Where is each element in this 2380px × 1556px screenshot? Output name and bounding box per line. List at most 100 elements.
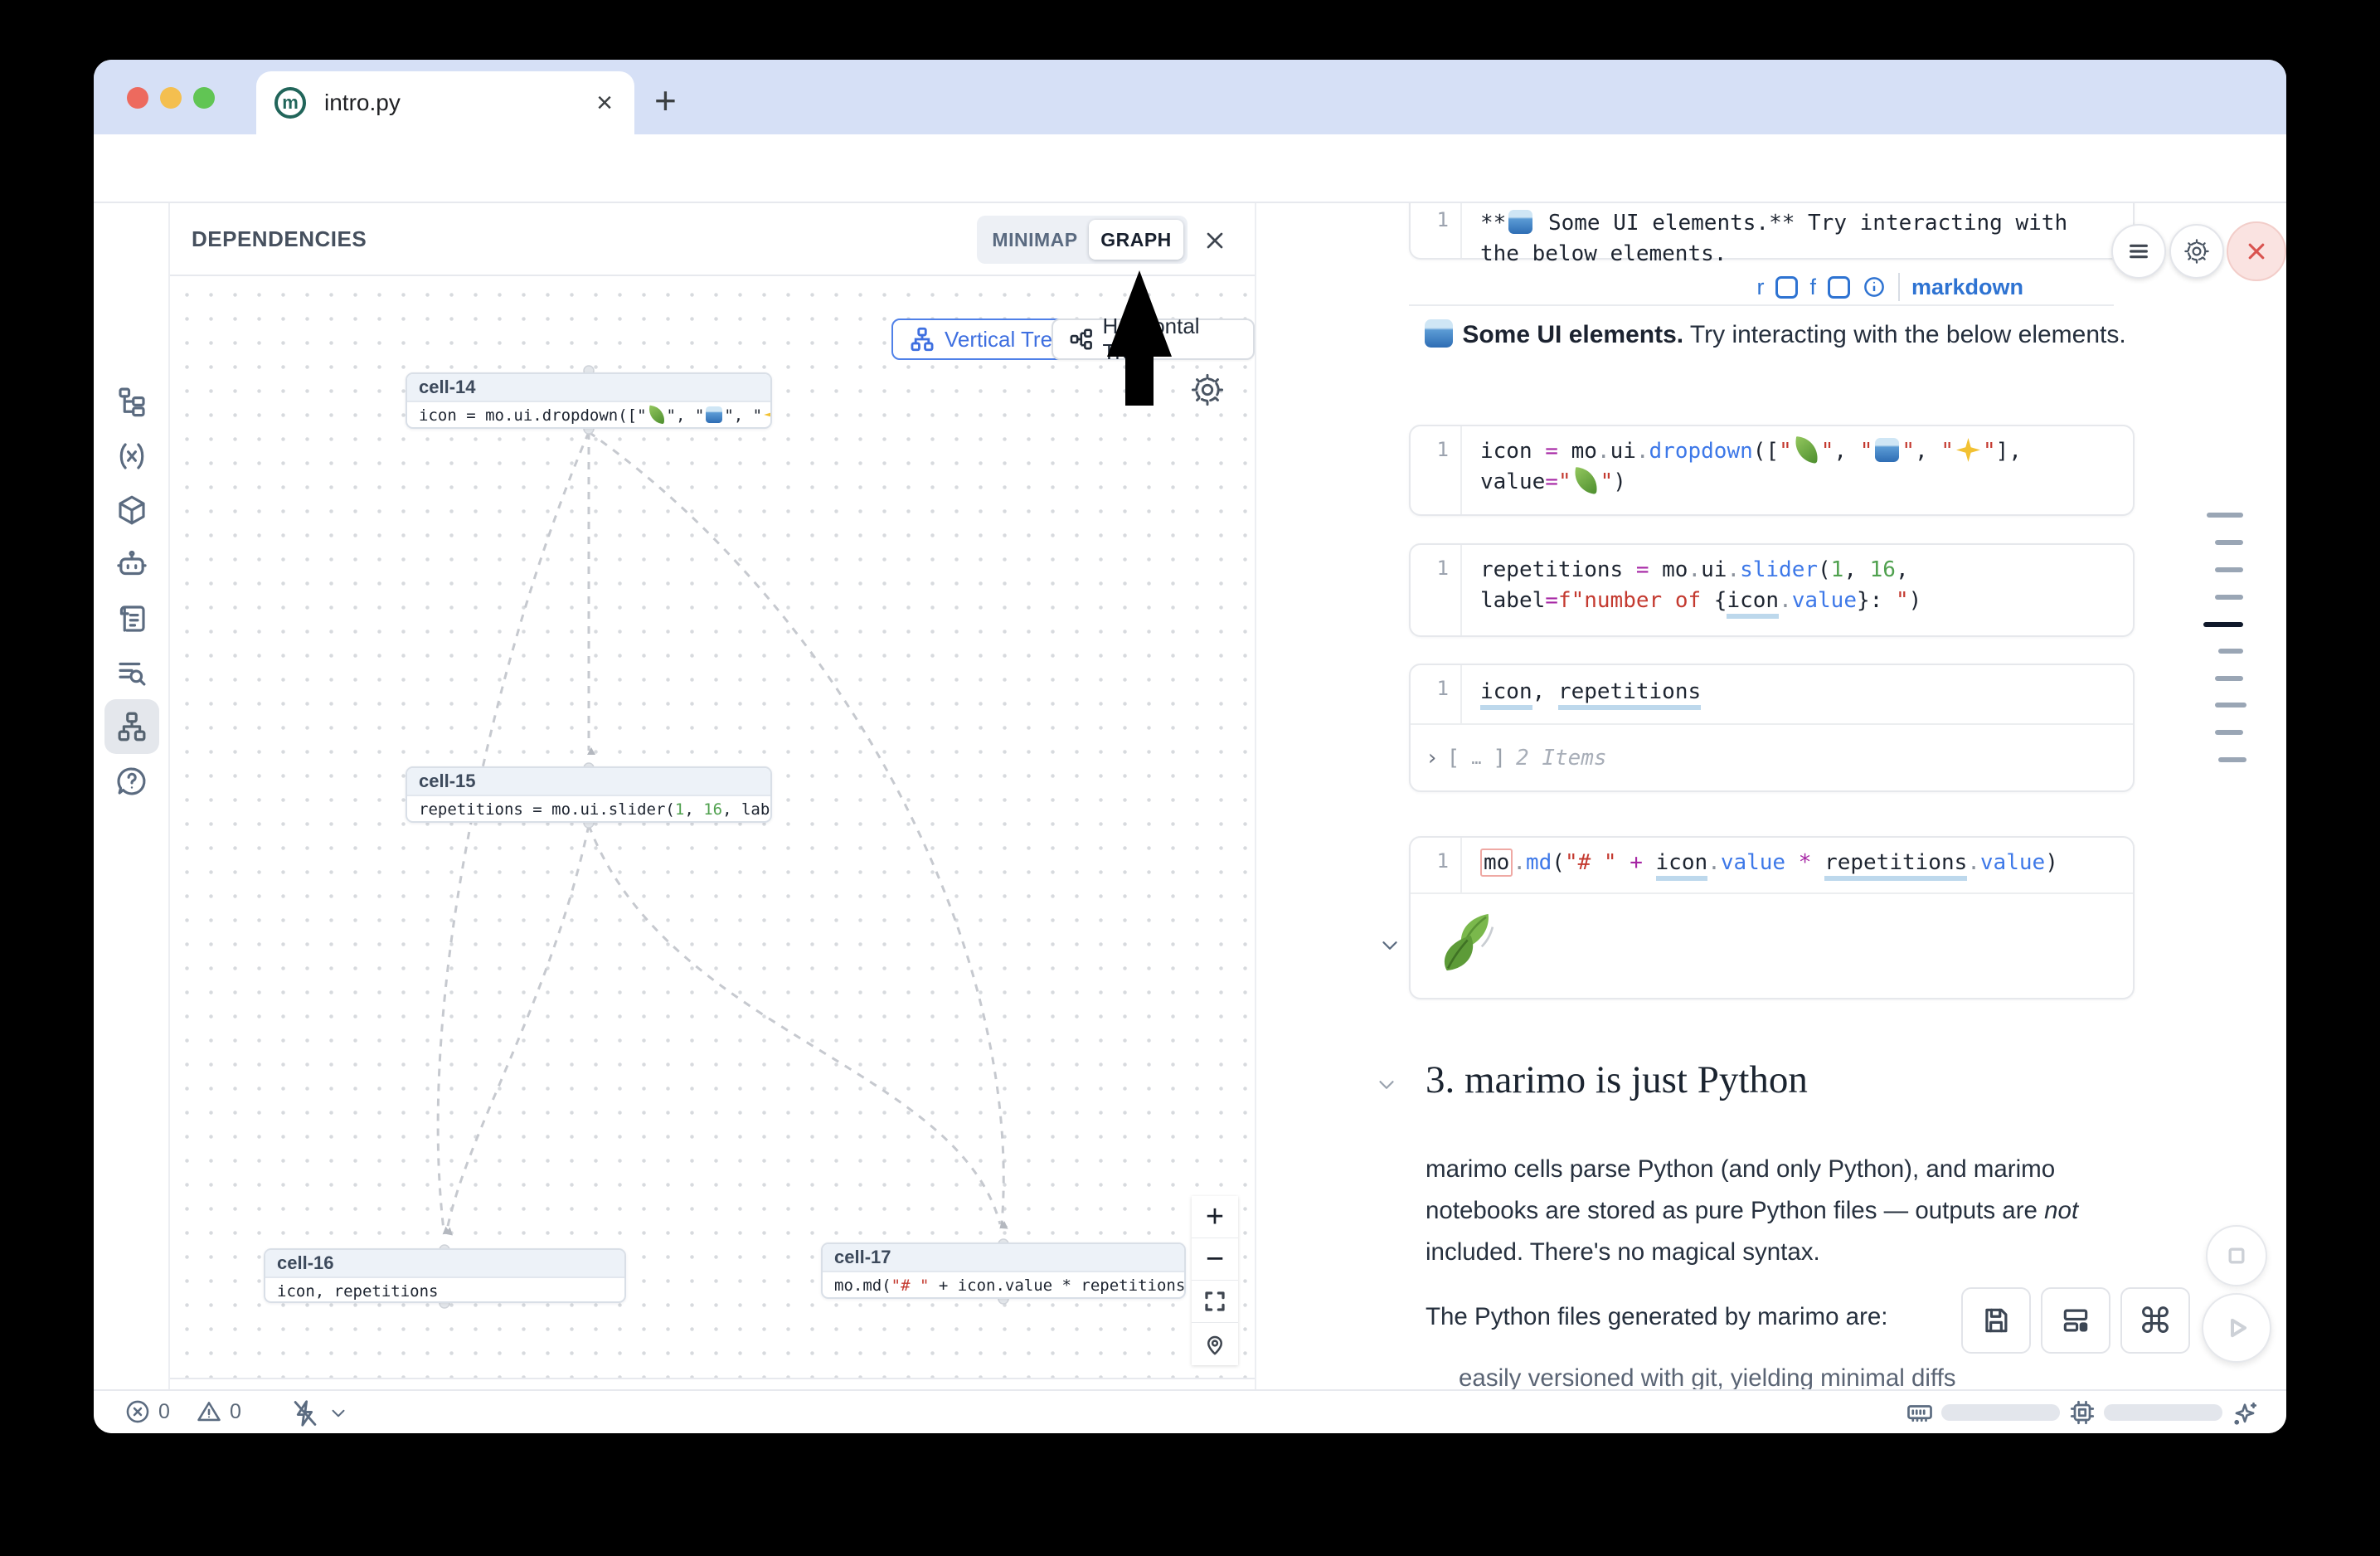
warnings-count: 0 [230, 1400, 241, 1424]
graph-node-cell-14[interactable]: cell-14 icon = mo.ui.dropdown(["", "", "… [406, 372, 772, 429]
line-number: 1 [1411, 665, 1462, 723]
minimize-window-button[interactable] [160, 87, 182, 109]
errors-indicator[interactable]: 0 [124, 1398, 170, 1426]
tab-title: intro.py [324, 90, 401, 116]
section-heading: 3. marimo is just Python [1426, 1058, 1808, 1102]
stop-button[interactable] [2206, 1225, 2267, 1286]
file-tree-icon[interactable] [114, 384, 149, 419]
packages-icon[interactable] [114, 493, 149, 528]
vertical-tree-icon [908, 325, 936, 353]
info-icon[interactable] [1862, 275, 1887, 299]
node-code: repetitions = mo.ui.slider(1, 16, label=… [407, 796, 770, 823]
scratchpad-icon[interactable] [114, 601, 149, 636]
tab-close-icon[interactable]: × [596, 89, 613, 117]
notebook-menu-button[interactable] [2111, 224, 2166, 279]
minimap-active-cell[interactable] [2203, 622, 2243, 627]
ram-icon [1905, 1398, 1935, 1427]
help-icon[interactable] [114, 764, 149, 799]
run-button[interactable] [2202, 1293, 2271, 1363]
warnings-indicator[interactable]: 0 [195, 1398, 241, 1426]
browser-window: m intro.py × + localhost:2718 Guest [94, 60, 2286, 1433]
annotation-arrow [1107, 205, 1173, 407]
dependency-graph-canvas[interactable]: cell-14 icon = mo.ui.dropdown(["", "", "… [170, 278, 1255, 1379]
code-cell-dropdown[interactable]: 1 icon = mo.ui.dropdown(["", "", ""], va… [1409, 425, 2135, 516]
node-title: cell-14 [407, 374, 770, 402]
format-toggle-label: f [1809, 275, 1816, 300]
leaf-emoji-output [1434, 907, 1503, 977]
notebook-area: 1 ** Some UI elements.** Try interacting… [1255, 203, 2286, 1389]
graph-node-cell-16[interactable]: cell-16 icon, repetitions [264, 1248, 626, 1303]
md-output-bold: Some UI elements. [1462, 321, 1683, 348]
fit-view-button[interactable] [1192, 1281, 1238, 1323]
markdown-cell-editor[interactable]: 1 ** Some UI elements.** Try interacting… [1409, 203, 2135, 260]
autorun-toggle[interactable] [289, 1398, 349, 1429]
save-icon [1980, 1305, 2012, 1336]
run-toggle-checkbox[interactable] [1775, 276, 1798, 299]
md-output-text: Try interacting with the below elements. [1683, 321, 2126, 348]
browser-tab[interactable]: m intro.py × [256, 71, 634, 134]
format-toggle-checkbox[interactable] [1828, 276, 1850, 299]
node-title: cell-16 [265, 1250, 624, 1278]
para-text: marimo cells parse Python (and only Pyth… [1426, 1155, 2055, 1224]
ai-sparkle-icon[interactable] [2230, 1399, 2260, 1429]
shortcuts-button[interactable]: ⌘ [2120, 1287, 2190, 1354]
node-code: mo.md("# " + icon.value * repetitions.va… [823, 1272, 1184, 1299]
node-title: cell-17 [823, 1244, 1184, 1272]
cell-language-label[interactable]: markdown [1911, 275, 2023, 300]
zoom-in-button[interactable]: + [1192, 1196, 1238, 1238]
notebook-settings-button[interactable] [2169, 224, 2224, 279]
play-icon [2220, 1311, 2253, 1344]
bracket: [ [1447, 746, 1460, 771]
node-code: icon, repetitions [265, 1278, 624, 1303]
collapse-cell-chevron[interactable] [1377, 933, 1402, 958]
cell-output-console[interactable]: › [ … ] 2 Items [1411, 723, 2133, 790]
ram-usage [1905, 1398, 2060, 1427]
cpu-usage [2067, 1398, 2222, 1427]
save-button[interactable] [1961, 1287, 2031, 1354]
command-icon: ⌘ [2138, 1301, 2173, 1341]
close-panel-icon[interactable] [1202, 227, 1228, 254]
zoom-out-button[interactable]: − [1192, 1238, 1238, 1281]
code-line: ** Some UI elements.** Try interacting w… [1480, 208, 2133, 239]
lightning-off-icon [289, 1398, 321, 1429]
minimap-toggle-button[interactable]: MINIMAP [981, 220, 1089, 260]
variables-icon[interactable] [114, 439, 149, 474]
layout-button[interactable] [2041, 1287, 2110, 1354]
locate-button[interactable] [1192, 1323, 1238, 1365]
close-icon [2242, 237, 2271, 265]
footer-divider [1898, 273, 1900, 301]
logs-icon[interactable] [114, 655, 149, 690]
close-window-button[interactable] [127, 87, 148, 109]
new-tab-button[interactable]: + [654, 78, 677, 123]
graph-settings-icon[interactable] [1189, 372, 1226, 408]
fit-view-icon [1202, 1289, 1227, 1314]
menu-icon [2125, 238, 2152, 265]
line-number: 1 [1411, 203, 1462, 258]
gear-icon [2183, 237, 2211, 265]
code-cell-slider[interactable]: 1 repetitions = mo.ui.slider(1, 16, labe… [1409, 543, 2135, 637]
panel-title: DEPENDENCIES [192, 226, 367, 252]
maximize-window-button[interactable] [193, 87, 215, 109]
dependency-graph-icon[interactable] [114, 709, 149, 744]
collapse-section-chevron[interactable] [1374, 1072, 1399, 1097]
cell-footer: r f markdown [1737, 273, 2023, 301]
dependencies-header: DEPENDENCIES MINIMAP GRAPH [170, 203, 1255, 276]
code-line: mo.md("# " + icon.value * repetitions.va… [1480, 848, 2133, 878]
line-number: 1 [1411, 426, 1462, 514]
section-paragraph-2: The Python files generated by marimo are… [1426, 1303, 1888, 1331]
cpu-progress-bar [2104, 1404, 2222, 1421]
vertical-tree-label: Vertical Tree [945, 327, 1065, 353]
code-cell-md[interactable]: 1 mo.md("# " + icon.value * repetitions.… [1409, 836, 2135, 999]
app-content: DEPENDENCIES MINIMAP GRAPH [94, 203, 2286, 1389]
graph-zoom-controls: + − [1192, 1196, 1238, 1365]
cell-output [1411, 892, 2133, 998]
expand-output-chevron[interactable]: › [1426, 746, 1439, 771]
graph-node-cell-17[interactable]: cell-17 mo.md("# " + icon.value * repeti… [821, 1242, 1186, 1299]
ai-assistant-icon[interactable] [114, 547, 149, 582]
para-text: included. There's no magical syntax. [1426, 1238, 1820, 1266]
code-cell-refs[interactable]: 1 icon, repetitions › [ … ] 2 Items [1409, 664, 2135, 792]
graph-node-cell-15[interactable]: cell-15 repetitions = mo.ui.slider(1, 16… [406, 766, 772, 823]
shutdown-button[interactable] [2227, 221, 2286, 281]
para-italic: not [2044, 1197, 2078, 1224]
stop-icon [2222, 1242, 2251, 1270]
